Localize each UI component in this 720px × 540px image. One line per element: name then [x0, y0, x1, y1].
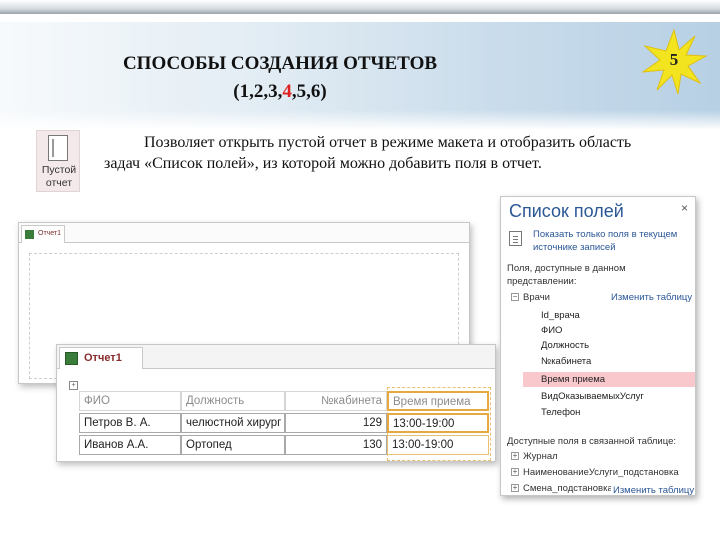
- show-only-fields-link[interactable]: Показать только поля в текущем источнике…: [533, 228, 693, 254]
- back-tab-bar: Отчет1: [19, 223, 469, 243]
- row2-reception-time[interactable]: 13:00-19:00: [387, 435, 489, 455]
- report-tab[interactable]: Отчет1: [59, 347, 143, 369]
- field-item-room[interactable]: №кабинета: [523, 354, 695, 369]
- title-post: ,5,6): [291, 81, 327, 102]
- field-item-reception-time[interactable]: Время приема: [523, 372, 695, 387]
- report-tab-label: Отчет1: [84, 352, 122, 364]
- field-list-pane: Список полей × Показать только поля в те…: [500, 196, 696, 496]
- report-tab-bar: Отчет1: [57, 345, 495, 369]
- related-table-name: НаименованиеУслуги_подстановка: [523, 467, 679, 478]
- header-room[interactable]: №кабинета: [285, 391, 387, 411]
- report-icon: [65, 352, 78, 365]
- header-fade: [0, 110, 720, 130]
- field-item-id[interactable]: Id_врача: [523, 308, 695, 323]
- blank-report-label: Пустой отчет: [37, 164, 81, 190]
- header-reception-time[interactable]: Время приема: [387, 391, 489, 411]
- row1-position[interactable]: челюстной хирург: [181, 413, 285, 433]
- expand-icon[interactable]: +: [511, 468, 519, 477]
- expand-icon[interactable]: +: [511, 452, 519, 461]
- available-fields-label: Поля, доступные в данном представлении:: [507, 263, 626, 287]
- field-item-fio[interactable]: ФИО: [523, 323, 695, 338]
- edit-table-link[interactable]: Изменить таблицу: [611, 292, 692, 303]
- show-only-fields-icon: [509, 231, 522, 246]
- blank-report-label-line1: Пустой: [41, 164, 77, 176]
- layout-move-handle-icon[interactable]: +: [69, 381, 78, 390]
- back-tab-label: Отчет1: [38, 230, 62, 237]
- report-icon: [25, 230, 34, 239]
- description-text: Позволяет открыть пустой отчет в режиме …: [104, 134, 632, 172]
- table-node-doctors[interactable]: − Врачи: [511, 292, 550, 303]
- slide-title: СПОСОБЫ СОЗДАНИЯ ОТЧЕТОВ (1,2,3,4,5,6): [60, 50, 500, 106]
- field-list-title: Список полей: [509, 201, 624, 221]
- header-fio[interactable]: ФИО: [79, 391, 181, 411]
- table-name: Врачи: [523, 292, 550, 303]
- related-fields-label: Доступные поля в связанной таблице:: [507, 436, 677, 447]
- header-position[interactable]: Должность: [181, 391, 285, 411]
- report-window: Отчет1 + ФИО Должность №кабинета Время п…: [56, 344, 496, 462]
- blank-page-icon: [48, 135, 68, 161]
- related-table-name: Смена_подстановка: [523, 483, 613, 494]
- expand-icon[interactable]: +: [511, 484, 519, 493]
- related-edit-table-link[interactable]: Изменить таблицу: [611, 485, 695, 495]
- close-icon[interactable]: ×: [681, 201, 688, 215]
- row2-position[interactable]: Ортопед: [181, 435, 285, 455]
- top-decor-line: [0, 0, 720, 14]
- collapse-icon[interactable]: −: [511, 293, 519, 302]
- related-table-journal[interactable]: + Журнал: [511, 451, 558, 462]
- row1-reception-time[interactable]: 13:00-19:00: [387, 413, 489, 433]
- blank-report-label-line2: отчет: [45, 177, 73, 189]
- title-pre: (1,2,3,: [233, 81, 283, 102]
- row1-room[interactable]: 129: [285, 413, 387, 433]
- field-item-phone[interactable]: Телефон: [523, 405, 695, 420]
- slide-title-line1: СПОСОБЫ СОЗДАНИЯ ОТЧЕТОВ: [122, 53, 438, 74]
- related-table-service[interactable]: + НаименованиеУслуги_подстановка: [511, 467, 679, 478]
- badge-number: 5: [669, 50, 679, 69]
- row2-fio[interactable]: Иванов А.А.: [79, 435, 181, 455]
- row2-room[interactable]: 130: [285, 435, 387, 455]
- related-table-name: Журнал: [523, 451, 558, 462]
- back-report-tab[interactable]: Отчет1: [21, 225, 65, 243]
- related-table-shift[interactable]: + Смена_подстановка: [511, 483, 613, 494]
- title-highlight: 4: [282, 81, 292, 102]
- row1-fio[interactable]: Петров В. А.: [79, 413, 181, 433]
- field-item-service-type[interactable]: ВидОказываемыхУслуг: [523, 389, 695, 404]
- field-item-position[interactable]: Должность: [523, 338, 695, 353]
- blank-report-button[interactable]: Пустой отчет: [36, 130, 80, 192]
- slide-title-line2: (1,2,3,4,5,6): [60, 78, 500, 106]
